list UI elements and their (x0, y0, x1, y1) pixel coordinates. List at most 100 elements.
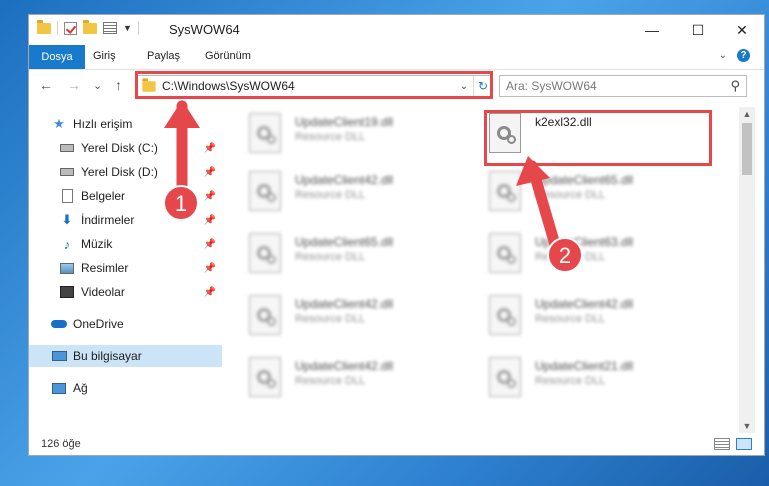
file-name: k2exl32.dll (535, 115, 592, 129)
sidebar-item-label: Ağ (73, 381, 88, 395)
music-icon: ♪ (63, 236, 71, 252)
file-item-k2exl32[interactable]: k2exl32.dll (489, 113, 719, 159)
status-bar: 126 öğe (29, 435, 764, 455)
sidebar-item-local-disk-c[interactable]: Yerel Disk (C:) 📌 (29, 137, 222, 159)
sidebar-item-label: Resimler (81, 261, 129, 275)
details-view-icon[interactable] (714, 438, 730, 450)
scroll-down-icon[interactable]: ▼ (739, 419, 755, 433)
vertical-scrollbar[interactable]: ▲ ▼ (739, 107, 755, 433)
video-icon (59, 285, 75, 299)
recent-locations-button[interactable]: ⌄ (93, 79, 102, 92)
address-bar[interactable]: C:\Windows\SysWOW64 ⌄ ↻ (137, 75, 493, 97)
file-item[interactable]: UpdateClient65.dll Resource DLL (249, 233, 479, 279)
file-text: UpdateClient42.dll Resource DLL (295, 297, 393, 327)
toolbar-divider (137, 21, 139, 35)
document-icon (59, 189, 75, 203)
sidebar-item-downloads[interactable]: ⬇ İndirmeler 📌 (29, 209, 222, 231)
sidebar-item-local-disk-d[interactable]: Yerel Disk (D:) 📌 (29, 161, 222, 183)
quick-access-toolbar: ▼ (37, 19, 139, 35)
ribbon-divider (29, 69, 764, 70)
close-button[interactable]: ✕ (719, 15, 765, 45)
sidebar-item-label: Yerel Disk (D:) (81, 165, 158, 179)
sidebar-item-music[interactable]: ♪ Müzik 📌 (29, 233, 222, 255)
expand-ribbon-icon[interactable]: ⌄ (719, 50, 727, 61)
download-icon: ⬇ (61, 212, 73, 227)
file-text: UpdateClient19.dll Resource DLL (295, 115, 393, 145)
file-name: UpdateClient19.dll (295, 115, 394, 129)
dll-file-icon (249, 357, 281, 397)
help-icon[interactable]: ? (737, 49, 750, 62)
file-type: Resource DLL (535, 251, 606, 263)
file-type: Resource DLL (295, 313, 366, 325)
scrollbar-thumb[interactable] (742, 123, 752, 175)
sidebar-item-label: Yerel Disk (C:) (81, 141, 158, 155)
file-item[interactable]: UpdateClient42.dll Resource DLL (249, 295, 479, 341)
file-text: UpdateClient42.dll Resource DLL (295, 359, 393, 389)
tiles-view-icon[interactable] (736, 438, 752, 450)
file-item[interactable]: UpdateClient21.dll Resource DLL (489, 357, 719, 403)
dll-file-icon (249, 113, 281, 153)
pin-icon: 📌 (203, 190, 216, 202)
file-text: UpdateClient65.dll Resource DLL (295, 235, 393, 265)
sidebar-item-videos[interactable]: Videolar 📌 (29, 281, 222, 303)
dll-file-icon (489, 171, 521, 211)
dll-file-icon (249, 233, 281, 273)
refresh-icon[interactable]: ↻ (473, 76, 492, 96)
sidebar-item-documents[interactable]: Belgeler 📌 (29, 185, 222, 207)
file-item[interactable]: UpdateClient42.dll Resource DLL (249, 357, 479, 403)
properties-check-icon[interactable] (64, 21, 77, 35)
item-count: 126 öğe (41, 438, 81, 450)
file-name: UpdateClient21.dll (535, 359, 634, 373)
tab-share[interactable]: Paylaş (147, 50, 180, 62)
file-item[interactable]: UpdateClient42.dll Resource DLL (249, 171, 479, 217)
drive-icon (59, 165, 75, 179)
sidebar-item-network[interactable]: Ağ (29, 377, 222, 399)
sidebar-item-pictures[interactable]: Resimler 📌 (29, 257, 222, 279)
scroll-up-icon[interactable]: ▲ (739, 107, 755, 121)
sidebar-item-onedrive[interactable]: OneDrive (29, 313, 222, 335)
star-icon: ★ (53, 116, 65, 131)
new-folder-icon[interactable] (83, 19, 97, 34)
file-type: Resource DLL (295, 251, 366, 263)
file-name: UpdateClient65.dll (535, 173, 634, 187)
tab-view[interactable]: Görünüm (205, 50, 251, 62)
forward-button[interactable]: → (67, 77, 81, 93)
pin-icon: 📌 (203, 142, 216, 154)
file-text: UpdateClient21.dll Resource DLL (535, 359, 633, 389)
customize-icon[interactable] (103, 22, 117, 34)
tab-file[interactable]: Dosya (29, 45, 85, 69)
file-type: Resource DLL (535, 375, 606, 387)
file-type: Resource DLL (535, 313, 606, 325)
toolbar-dropdown-icon[interactable]: ▼ (123, 23, 132, 33)
sidebar-item-quick-access[interactable]: ★ Hızlı erişim (29, 113, 222, 135)
sidebar-item-label: Müzik (81, 237, 113, 251)
sidebar-item-label: OneDrive (73, 317, 124, 331)
computer-icon (51, 349, 67, 363)
file-type: Resource DLL (295, 375, 366, 387)
minimize-button[interactable]: — (629, 15, 675, 45)
view-switcher (714, 438, 752, 450)
tab-home[interactable]: Giriş (93, 50, 116, 62)
address-path[interactable]: C:\Windows\SysWOW64 (162, 79, 454, 93)
sidebar-item-this-pc[interactable]: Bu bilgisayar (29, 345, 222, 367)
sidebar-item-label: Hızlı erişim (73, 117, 133, 131)
address-dropdown-icon[interactable]: ⌄ (454, 81, 473, 92)
file-item[interactable]: UpdateClient65.dll Resource DLL (489, 171, 719, 217)
ribbon-tabs: Dosya Giriş Paylaş Görünüm ⌄ ? (29, 45, 764, 69)
dll-file-icon (489, 113, 521, 153)
maximize-button[interactable]: ☐ (675, 15, 721, 45)
search-icon[interactable]: ⚲ (730, 78, 740, 94)
back-button[interactable]: ← (39, 77, 53, 93)
search-box[interactable]: Ara: SysWOW64 ⚲ (499, 75, 747, 97)
file-name: UpdateClient65.dll (295, 235, 394, 249)
dll-file-icon (249, 295, 281, 335)
dll-file-icon (489, 357, 521, 397)
up-button[interactable]: ↑ (115, 77, 122, 93)
file-name: UpdateClient42.dll (535, 297, 634, 311)
dll-file-icon (489, 233, 521, 273)
cloud-icon (51, 317, 67, 331)
file-item[interactable]: UpdateClient42.dll Resource DLL (489, 295, 719, 341)
file-item[interactable]: UpdateClient19.dll Resource DLL (249, 113, 479, 159)
pin-icon: 📌 (203, 262, 216, 274)
file-item[interactable]: UpdateClient63.dll Resource DLL (489, 233, 719, 279)
